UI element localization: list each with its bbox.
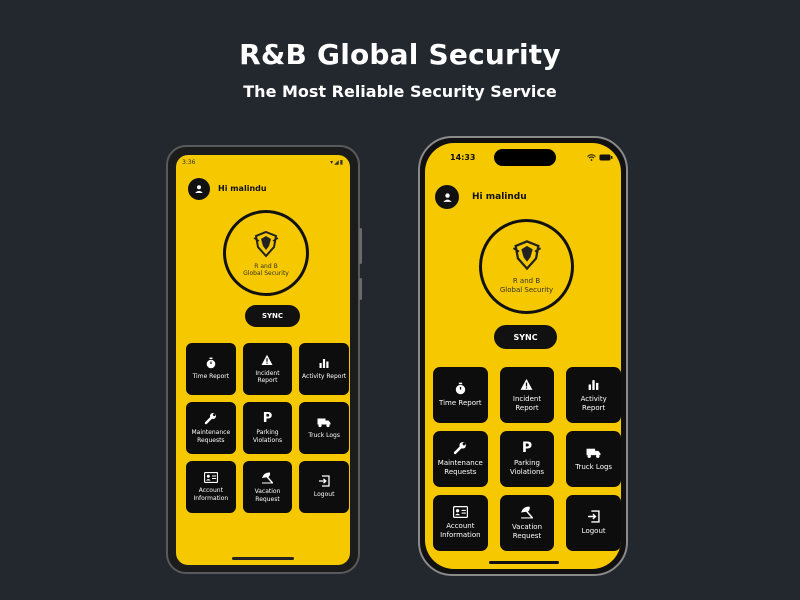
account-information-tile[interactable]: Account Information (433, 495, 488, 551)
tile-label: Logout (313, 491, 335, 499)
tile-label: Incident Report (512, 394, 542, 412)
id-card-icon (203, 472, 218, 483)
wifi-icon (587, 153, 596, 161)
account-information-tile[interactable]: Account Information (186, 461, 236, 513)
hero-title: R&B Global Security (239, 38, 561, 71)
activity-report-tile[interactable]: Activity Report (566, 367, 621, 423)
android-side-button (359, 278, 362, 300)
timer-icon (206, 357, 216, 369)
android-status-bar: 3:36 ▾◢▮ (182, 158, 344, 166)
tile-label: Account Information (193, 487, 229, 502)
parking-violations-tile[interactable]: P Parking Violations (499, 431, 555, 487)
status-icons (577, 153, 613, 161)
activity-report-tile[interactable]: Activity Report (299, 343, 349, 395)
menu-grid: Time Report Incident Report Activity Rep… (186, 343, 349, 513)
warning-icon (261, 354, 273, 365)
logo-line1: R and B (512, 277, 541, 286)
company-logo: R and B Global Security (479, 219, 574, 314)
maintenance-requests-tile[interactable]: Maintenance Requests (186, 402, 236, 454)
logout-icon (319, 475, 330, 487)
iphone-screen: 14:33 Hi malindu R and B Global Security… (425, 143, 621, 569)
status-time: 3:36 (182, 158, 196, 166)
greeting-text: Hi malindu (472, 192, 527, 202)
tile-label: Maintenance Requests (437, 459, 483, 476)
parking-violations-tile[interactable]: P Parking Violations (242, 402, 293, 454)
tile-label: Time Report (439, 399, 482, 408)
truck-logs-tile[interactable]: Truck Logs (299, 402, 349, 454)
person-icon (195, 185, 203, 193)
tile-label: Activity Report (580, 394, 607, 412)
time-report-tile[interactable]: Time Report (186, 343, 236, 395)
sync-button[interactable]: SYNC (245, 305, 300, 327)
tile-label: Account Information (440, 522, 481, 539)
logout-tile[interactable]: Logout (299, 461, 349, 513)
bar-chart-icon (319, 359, 329, 369)
tile-label: Vacation Request (254, 488, 281, 503)
tile-label: Maintenance Requests (191, 429, 231, 444)
tile-label: Activity Report (302, 373, 347, 381)
logo-line1: R and B (254, 262, 278, 270)
company-logo: R and B Global Security (223, 210, 309, 296)
logout-tile[interactable]: Logout (566, 495, 621, 551)
truck-logs-tile[interactable]: Truck Logs (566, 431, 621, 487)
vacation-request-tile[interactable]: Vacation Request (242, 461, 293, 513)
greeting-text: Hi malindu (218, 184, 267, 193)
tile-label: Parking Violations (252, 429, 283, 444)
dynamic-island (494, 149, 556, 166)
tile-label: Truck Logs (575, 462, 613, 471)
logout-icon (588, 510, 600, 523)
id-card-icon (452, 506, 468, 519)
home-indicator[interactable] (489, 561, 559, 564)
maintenance-requests-tile[interactable]: Maintenance Requests (433, 431, 488, 487)
iphone-mockup: 14:33 Hi malindu R and B Global Security… (418, 136, 628, 576)
logo-line2: Global Security (243, 270, 289, 277)
wrench-icon (205, 413, 217, 425)
vacation-request-tile[interactable]: Vacation Request (499, 495, 555, 551)
android-screen: 3:36 ▾◢▮ Hi malindu R and B Global Secur… (176, 155, 350, 565)
shield-crest-icon (512, 240, 541, 271)
hero-subtitle: The Most Reliable Security Service (243, 82, 557, 101)
android-phone-mockup: 3:36 ▾◢▮ Hi malindu R and B Global Secur… (166, 145, 360, 574)
beach-umbrella-icon (521, 506, 533, 519)
incident-report-tile[interactable]: Incident Report (499, 367, 555, 423)
avatar[interactable] (435, 185, 459, 209)
truck-icon (586, 448, 601, 458)
logo-text: R and B Global Security (500, 277, 553, 295)
wrench-icon (454, 442, 467, 455)
person-icon (442, 192, 452, 202)
beach-umbrella-icon (261, 472, 274, 484)
tile-label: Truck Logs (308, 431, 340, 439)
status-time: 14:33 (450, 153, 476, 162)
battery-icon (599, 154, 613, 160)
truck-icon (317, 418, 331, 427)
android-side-button (359, 228, 362, 264)
tile-label: Incident Report (255, 369, 280, 385)
tile-label: Parking Violations (509, 459, 545, 476)
tile-label: Time Report (192, 373, 230, 381)
avatar[interactable] (188, 178, 210, 200)
logo-text: R and B Global Security (243, 263, 289, 278)
time-report-tile[interactable]: Time Report (433, 367, 488, 423)
status-icons: ▾◢▮ (330, 158, 344, 166)
shield-crest-icon (253, 230, 279, 258)
warning-icon (521, 378, 533, 390)
tile-label: Vacation Request (511, 523, 543, 540)
menu-grid: Time Report Incident Report Activity Rep… (433, 367, 621, 551)
sync-button[interactable]: SYNC (494, 325, 557, 349)
parking-icon: P (521, 440, 533, 457)
tile-label: Logout (581, 527, 606, 536)
home-indicator[interactable] (232, 557, 294, 560)
timer-icon (455, 382, 465, 395)
incident-report-tile[interactable]: Incident Report (242, 343, 293, 395)
logo-line2: Global Security (499, 286, 554, 294)
bar-chart-icon (588, 379, 599, 390)
parking-icon: P (262, 411, 273, 426)
